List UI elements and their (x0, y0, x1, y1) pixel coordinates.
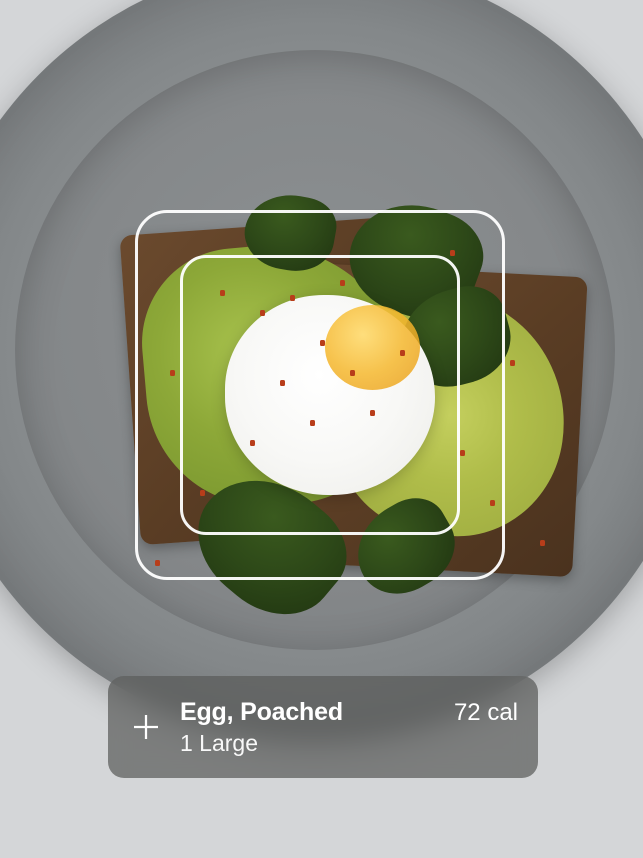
scan-result-card[interactable]: Egg, Poached 72 cal 1 Large (108, 676, 538, 778)
add-food-button[interactable] (122, 703, 170, 751)
calories-label: 72 cal (454, 699, 518, 727)
food-name-label: Egg, Poached (180, 698, 343, 727)
food-graphic (325, 305, 420, 390)
serving-size-label: 1 Large (180, 730, 518, 757)
plus-icon (128, 709, 164, 745)
result-text-block: Egg, Poached 72 cal 1 Large (180, 698, 518, 757)
